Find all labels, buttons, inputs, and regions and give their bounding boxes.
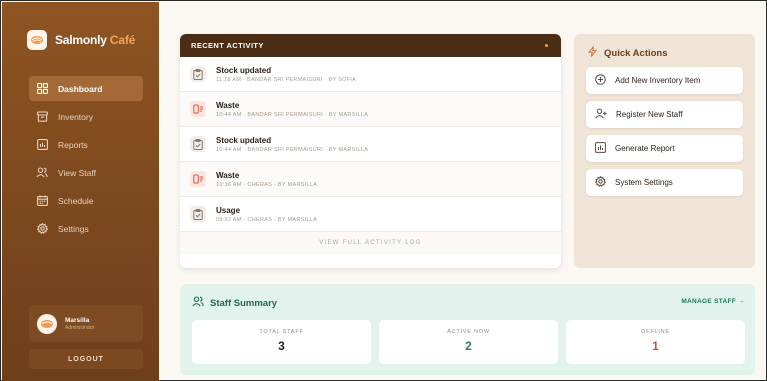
sidebar-item-inventory[interactable]: Inventory: [29, 104, 143, 129]
system-settings-button[interactable]: System Settings: [586, 169, 743, 196]
list-item[interactable]: Stock updated 11:18 AM · BANDAR SRI PERM…: [180, 57, 561, 92]
activity-title: Stock updated: [216, 65, 272, 75]
activity-meta: 10:36 AM · CHERAS · BY MARSILLA: [216, 181, 318, 188]
sidebar-item-label: Dashboard: [58, 83, 103, 94]
gear-icon: [594, 175, 607, 189]
waste-icon: [190, 101, 206, 117]
sidebar-item-label: View Staff: [58, 167, 96, 178]
sidebar-item-label: Inventory: [58, 111, 93, 122]
list-item[interactable]: Stock updated 10:44 AM · BANDAR SRI PERM…: [180, 127, 561, 162]
sidebar-nav: Dashboard Inventory Reports View Staff S…: [29, 76, 143, 244]
sidebar-item-label: Schedule: [58, 195, 94, 206]
brand-name-accent: Café: [109, 33, 136, 47]
lightning-icon: [587, 46, 598, 60]
list-item[interactable]: Usage 09:32 AM · CHERAS · BY MARSILLA: [180, 197, 561, 232]
waste-icon: [190, 171, 206, 187]
status-dot: [545, 44, 548, 47]
add-inventory-item-button[interactable]: Add New Inventory Item: [586, 67, 743, 94]
button-label: Add New Inventory Item: [615, 76, 701, 85]
plus-circle-icon: [595, 74, 606, 87]
stat-label: TOTAL STAFF: [259, 329, 304, 335]
brand-name: Salmonly Café: [55, 33, 135, 47]
sidebar-item-label: Reports: [58, 139, 88, 150]
user-role: Administrator: [65, 324, 95, 331]
button-label: Generate Report: [615, 144, 675, 153]
quick-actions-title: Quick Actions: [587, 46, 668, 60]
avatar: [37, 313, 57, 334]
sidebar-item-settings[interactable]: Settings: [29, 216, 143, 241]
report-icon: [595, 142, 606, 155]
stat-value: 3: [278, 339, 285, 353]
stat-total-staff: TOTAL STAFF 3: [192, 320, 371, 364]
logout-button[interactable]: LOGOUT: [29, 349, 143, 369]
stat-value: 1: [652, 339, 659, 353]
sidebar-item-dashboard[interactable]: Dashboard: [29, 76, 143, 101]
sidebar-item-view-staff[interactable]: View Staff: [29, 160, 143, 185]
stat-offline: OFFLINE 1: [566, 320, 745, 364]
activity-title: Stock updated: [216, 135, 272, 145]
grid-icon: [36, 83, 48, 95]
view-activity-log-link[interactable]: VIEW FULL ACTIVITY LOG: [180, 232, 561, 254]
people-icon: [36, 167, 48, 179]
staff-summary-title: Staff Summary: [192, 296, 277, 310]
cafe-logo-icon: [27, 30, 47, 50]
clipboard-icon: [190, 206, 206, 222]
button-label: System Settings: [615, 178, 673, 187]
stat-active-now: ACTIVE NOW 2: [379, 320, 558, 364]
stat-label: OFFLINE: [641, 329, 670, 335]
clipboard-icon: [190, 136, 206, 152]
user-plus-icon: [595, 108, 607, 121]
activity-meta: 10:44 AM · BANDAR SRI PERMAISURI · BY MA…: [216, 111, 369, 118]
gear-icon: [36, 223, 48, 235]
stat-label: ACTIVE NOW: [447, 329, 490, 335]
activity-meta: 09:32 AM · CHERAS · BY MARSILLA: [216, 216, 318, 223]
recent-activity-panel: RECENT ACTIVITY Stock updated 11:18 AM ·…: [180, 34, 561, 268]
generate-report-button[interactable]: Generate Report: [586, 135, 743, 162]
quick-actions-label: Quick Actions: [604, 47, 668, 59]
sidebar-item-reports[interactable]: Reports: [29, 132, 143, 157]
button-label: Register New Staff: [616, 110, 683, 119]
people-icon: [192, 296, 204, 310]
stat-value: 2: [465, 339, 472, 353]
user-card[interactable]: Marsilla Administrator: [29, 305, 143, 342]
activity-header: RECENT ACTIVITY: [180, 34, 561, 57]
sidebar-item-label: Settings: [58, 223, 89, 234]
user-name: Marsilla: [65, 316, 90, 324]
activity-title: Waste: [216, 170, 240, 180]
activity-title: Waste: [216, 100, 240, 110]
brand-name-main: Salmonly: [55, 33, 107, 47]
box-icon: [36, 111, 48, 123]
activity-meta: 11:18 AM · BANDAR SRI PERMAISURI · BY SO…: [216, 76, 357, 83]
activity-title: RECENT ACTIVITY: [191, 41, 264, 50]
activity-title: Usage: [216, 205, 241, 215]
quick-actions-panel: Quick Actions Add New Inventory Item Reg…: [574, 34, 755, 268]
sidebar: Salmonly Café Dashboard Inventory Report…: [2, 2, 159, 381]
brand[interactable]: Salmonly Café: [27, 30, 135, 50]
register-staff-button[interactable]: Register New Staff: [586, 101, 743, 128]
list-item[interactable]: Waste 10:44 AM · BANDAR SRI PERMAISURI ·…: [180, 92, 561, 127]
activity-meta: 10:44 AM · BANDAR SRI PERMAISURI · BY MA…: [216, 146, 369, 153]
chart-icon: [36, 139, 48, 151]
manage-staff-link[interactable]: MANAGE STAFF →: [681, 298, 745, 305]
staff-summary-label: Staff Summary: [210, 297, 278, 309]
sidebar-item-schedule[interactable]: Schedule: [29, 188, 143, 213]
clipboard-icon: [190, 66, 206, 82]
staff-summary-panel: Staff Summary MANAGE STAFF → TOTAL STAFF…: [180, 284, 755, 375]
list-item[interactable]: Waste 10:36 AM · CHERAS · BY MARSILLA: [180, 162, 561, 197]
calendar-icon: [36, 195, 48, 207]
